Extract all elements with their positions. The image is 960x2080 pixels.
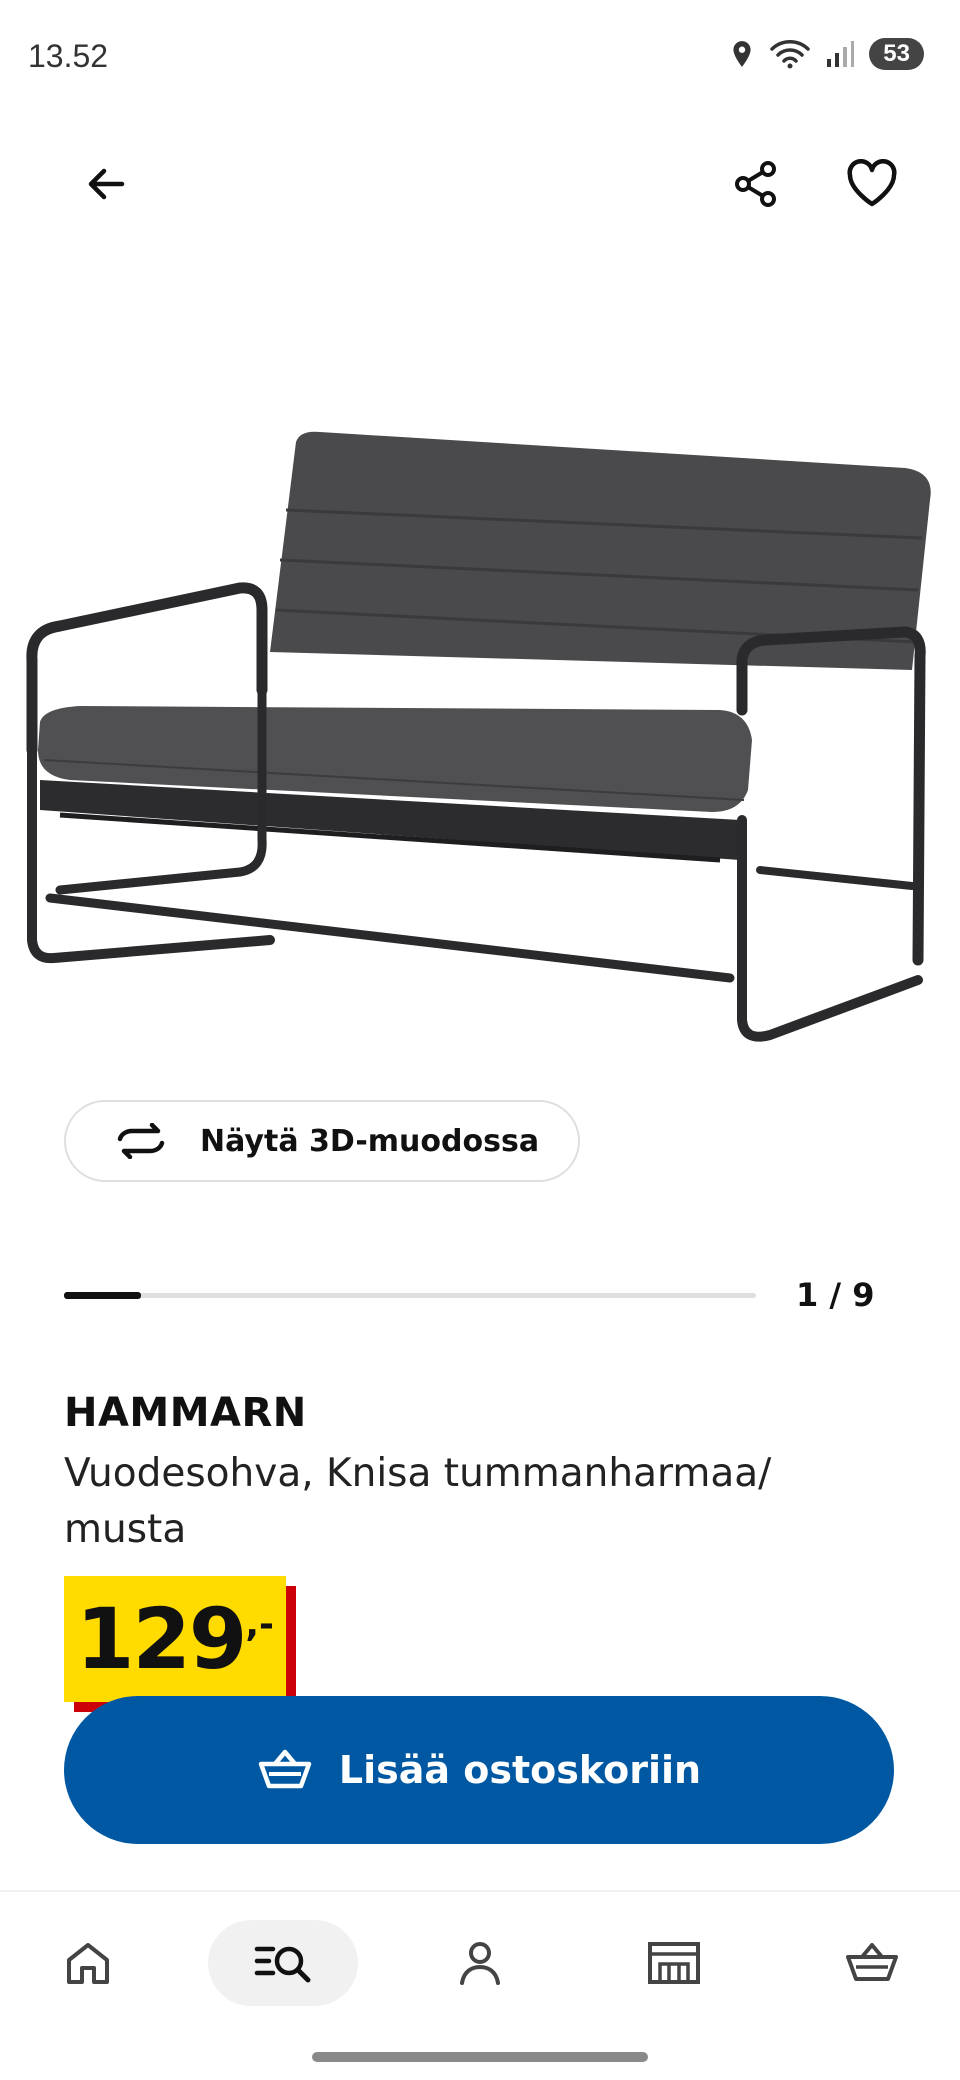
rotate-3d-icon (117, 1123, 165, 1159)
price-integer: 129 (76, 1590, 247, 1688)
add-to-cart-label: Lisää ostoskoriin (338, 1748, 702, 1792)
back-button[interactable] (70, 148, 142, 220)
image-pager-progress (64, 1292, 141, 1299)
product-image[interactable] (0, 420, 960, 1070)
nav-search[interactable] (208, 1920, 358, 2006)
person-icon (460, 1942, 500, 1985)
bottom-nav (0, 1920, 960, 2010)
arrow-left-icon (88, 168, 125, 200)
view-3d-label: Näytä 3D-muodossa (200, 1123, 540, 1159)
location-icon (733, 41, 751, 67)
share-icon (735, 161, 776, 207)
home-icon (67, 1943, 109, 1984)
product-description: Vuodesohva, Knisa tummanharmaa/ musta (64, 1451, 772, 1552)
status-icons: 53 (729, 38, 924, 70)
basket-icon (846, 1943, 898, 1981)
signal-icon (827, 41, 855, 67)
wifi-icon (770, 40, 811, 69)
share-button[interactable] (720, 148, 792, 220)
favorite-button[interactable] (836, 148, 908, 220)
battery-indicator: 53 (869, 38, 924, 70)
add-to-cart-button[interactable]: Lisää ostoskoriin (64, 1696, 894, 1844)
nav-divider (0, 1890, 960, 1892)
product-brand: HAMMARN (64, 1390, 307, 1436)
nav-home[interactable] (48, 1920, 128, 2006)
image-pager-count: 1 / 9 (796, 1276, 875, 1314)
price-tag: 129 ,- (64, 1576, 286, 1702)
nav-cart[interactable] (832, 1920, 912, 2006)
basket-icon (258, 1749, 312, 1789)
system-home-indicator[interactable] (312, 2052, 648, 2062)
store-icon (648, 1942, 700, 1984)
search-list-icon (254, 1946, 311, 1983)
heart-icon (847, 159, 897, 207)
price-decimal: ,- (245, 1604, 274, 1645)
nav-profile[interactable] (440, 1920, 520, 2006)
image-pager-track[interactable] (64, 1292, 756, 1299)
status-time: 13.52 (28, 38, 109, 74)
nav-store[interactable] (634, 1920, 714, 2006)
view-3d-button[interactable]: Näytä 3D-muodossa (64, 1100, 580, 1182)
